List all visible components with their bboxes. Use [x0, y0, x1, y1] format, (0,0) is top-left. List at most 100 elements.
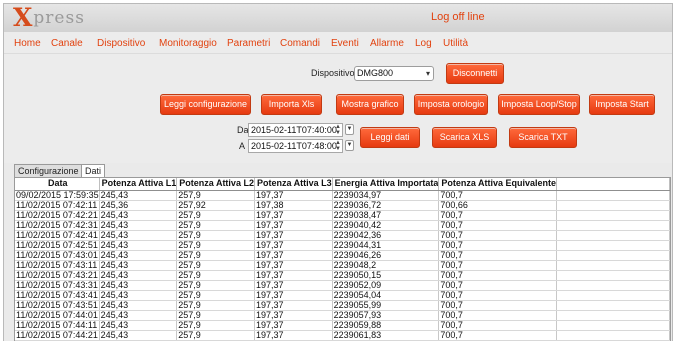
table-cell: 11/02/2015 07:42:41: [15, 230, 100, 241]
menu-log[interactable]: Log: [415, 38, 432, 49]
menu-home[interactable]: Home: [14, 38, 41, 49]
column-header[interactable]: Potenza Attiva Equivalente: [438, 178, 558, 191]
table-cell: 245,43: [99, 270, 178, 281]
download-txt-button[interactable]: Scarica TXT: [509, 127, 577, 148]
to-dropdown-icon[interactable]: ▼: [345, 140, 354, 151]
from-datetime-input[interactable]: 2015-02-11T07:40:00 ▲ ▼: [248, 123, 343, 137]
download-xls-button[interactable]: Scarica XLS: [432, 127, 497, 148]
table-row[interactable]: 11/02/2015 07:43:51 245,43 257,9 197,37 2239…: [15, 300, 670, 311]
spinner-icon[interactable]: ▲ ▼: [335, 124, 341, 136]
table-cell: 09/02/2015 17:59:35: [15, 190, 100, 201]
table-cell: [556, 320, 670, 331]
spinner-icon[interactable]: ▲ ▼: [335, 140, 341, 152]
table-cell: 245,43: [99, 260, 178, 271]
menu-utilita[interactable]: Utilità: [443, 38, 468, 49]
table-cell: 197,37: [254, 190, 333, 201]
set-start-button[interactable]: Imposta Start: [589, 94, 655, 115]
table-row[interactable]: 11/02/2015 07:44:11 245,43 257,9 197,37 2239…: [15, 320, 670, 331]
table-row[interactable]: 11/02/2015 07:42:21 245,43 257,9 197,37 2239…: [15, 210, 670, 221]
set-clock-button[interactable]: Imposta orologio: [414, 94, 488, 115]
table-row[interactable]: 11/02/2015 07:42:41 245,43 257,9 197,37 2239…: [15, 230, 670, 241]
table-row[interactable]: 11/02/2015 07:43:21 245,43 257,9 197,37 2239…: [15, 270, 670, 281]
table-cell: 257,9: [176, 320, 255, 331]
table-cell: 700,7: [438, 250, 558, 261]
device-label: Dispositivo: [311, 68, 355, 78]
table-cell: [556, 230, 670, 241]
from-label: Da: [237, 125, 249, 135]
show-chart-button[interactable]: Mostra grafico: [336, 94, 404, 115]
tab-configurazione[interactable]: Configurazione: [14, 164, 83, 177]
device-select[interactable]: DMG800 ▾: [354, 66, 434, 81]
column-header[interactable]: Potenza Attiva L1: [99, 178, 178, 191]
table-cell: 700,7: [438, 210, 558, 221]
table-row[interactable]: 11/02/2015 07:44:21 245,43 257,9 197,37 2239…: [15, 330, 670, 341]
column-header[interactable]: Energia Attiva Importata: [332, 178, 440, 191]
table-cell: [556, 260, 670, 271]
logo-x: X: [13, 3, 33, 32]
disconnect-button[interactable]: Disconnetti: [446, 63, 504, 84]
table-cell: 2239044,31: [332, 240, 440, 251]
table-cell: 700,7: [438, 280, 558, 291]
menu-monitoraggio[interactable]: Monitoraggio: [159, 38, 217, 49]
table-row[interactable]: 11/02/2015 07:42:11 245,36 257,92 197,38 223…: [15, 200, 670, 211]
table-cell: 197,37: [254, 310, 333, 321]
table-cell: 257,9: [176, 210, 255, 221]
column-header[interactable]: [556, 178, 670, 191]
table-cell: [556, 210, 670, 221]
tab-dati[interactable]: Dati: [81, 164, 106, 177]
table-row[interactable]: 11/02/2015 07:42:31 245,43 257,9 197,37 2239…: [15, 220, 670, 231]
table-row[interactable]: 09/02/2015 17:59:35 245,43 257,9 197,37 2239…: [15, 190, 670, 201]
table-cell: 700,7: [438, 270, 558, 281]
table-cell: 197,37: [254, 210, 333, 221]
table-cell: 11/02/2015 07:43:41: [15, 290, 100, 301]
table-cell: [556, 300, 670, 311]
table-cell: 11/02/2015 07:44:01: [15, 310, 100, 321]
set-loop-stop-button[interactable]: Imposta Loop/Stop: [498, 94, 580, 115]
table-cell: 11/02/2015 07:42:51: [15, 240, 100, 251]
connection-status: Log off line: [431, 11, 485, 23]
menu-parametri[interactable]: Parametri: [227, 38, 270, 49]
column-header[interactable]: Potenza Attiva L2: [176, 178, 255, 191]
read-data-button[interactable]: Leggi dati: [360, 127, 420, 148]
table-row[interactable]: 11/02/2015 07:42:51 245,43 257,9 197,37 2239…: [15, 240, 670, 251]
table-cell: 197,37: [254, 240, 333, 251]
table-cell: [556, 280, 670, 291]
menu-comandi[interactable]: Comandi: [280, 38, 320, 49]
app-window: X press Log off line Home Canale Disposi…: [3, 3, 673, 341]
table-row[interactable]: 11/02/2015 07:44:01 245,43 257,9 197,37 2239…: [15, 310, 670, 321]
menu-canale[interactable]: Canale: [51, 38, 83, 49]
column-header[interactable]: Potenza Attiva L3: [254, 178, 333, 191]
table-cell: 2239034,97: [332, 190, 440, 201]
table-row[interactable]: 11/02/2015 07:43:31 245,43 257,9 197,37 2239…: [15, 280, 670, 291]
table-cell: 700,7: [438, 190, 558, 201]
read-config-button[interactable]: Leggi configurazione: [160, 94, 251, 115]
table-cell: 2239040,42: [332, 220, 440, 231]
menu-dispositivo[interactable]: Dispositivo: [97, 38, 145, 49]
table-cell: 197,37: [254, 330, 333, 341]
table-cell: 2239061,83: [332, 330, 440, 341]
table-cell: 197,38: [254, 200, 333, 211]
to-datetime-input[interactable]: 2015-02-11T07:48:00 ▲ ▼: [248, 139, 343, 153]
table-row[interactable]: 11/02/2015 07:43:41 245,43 257,9 197,37 2239…: [15, 290, 670, 301]
table-cell: 257,9: [176, 190, 255, 201]
table-cell: 700,66: [438, 200, 558, 211]
table-cell: 197,37: [254, 260, 333, 271]
table-row[interactable]: 11/02/2015 07:43:01 245,43 257,9 197,37 2239…: [15, 250, 670, 261]
table-cell: 257,9: [176, 230, 255, 241]
tab-strip: Configurazione Dati: [4, 163, 672, 177]
table-cell: 11/02/2015 07:42:21: [15, 210, 100, 221]
from-dropdown-icon[interactable]: ▼: [345, 124, 354, 135]
column-header[interactable]: Data: [15, 178, 100, 191]
table-cell: [556, 240, 670, 251]
table-cell: 197,37: [254, 230, 333, 241]
table-cell: 11/02/2015 07:43:11: [15, 260, 100, 271]
table-cell: 197,37: [254, 290, 333, 301]
menu-allarme[interactable]: Allarme: [370, 38, 404, 49]
import-xls-button[interactable]: Importa Xls: [261, 94, 322, 115]
menu-eventi[interactable]: Eventi: [331, 38, 359, 49]
table-cell: 245,43: [99, 220, 178, 231]
table-cell: 2239054,04: [332, 290, 440, 301]
table-cell: 2239036,72: [332, 200, 440, 211]
table-cell: 11/02/2015 07:42:11: [15, 200, 100, 211]
table-row[interactable]: 11/02/2015 07:43:11 245,43 257,9 197,37 2239…: [15, 260, 670, 271]
